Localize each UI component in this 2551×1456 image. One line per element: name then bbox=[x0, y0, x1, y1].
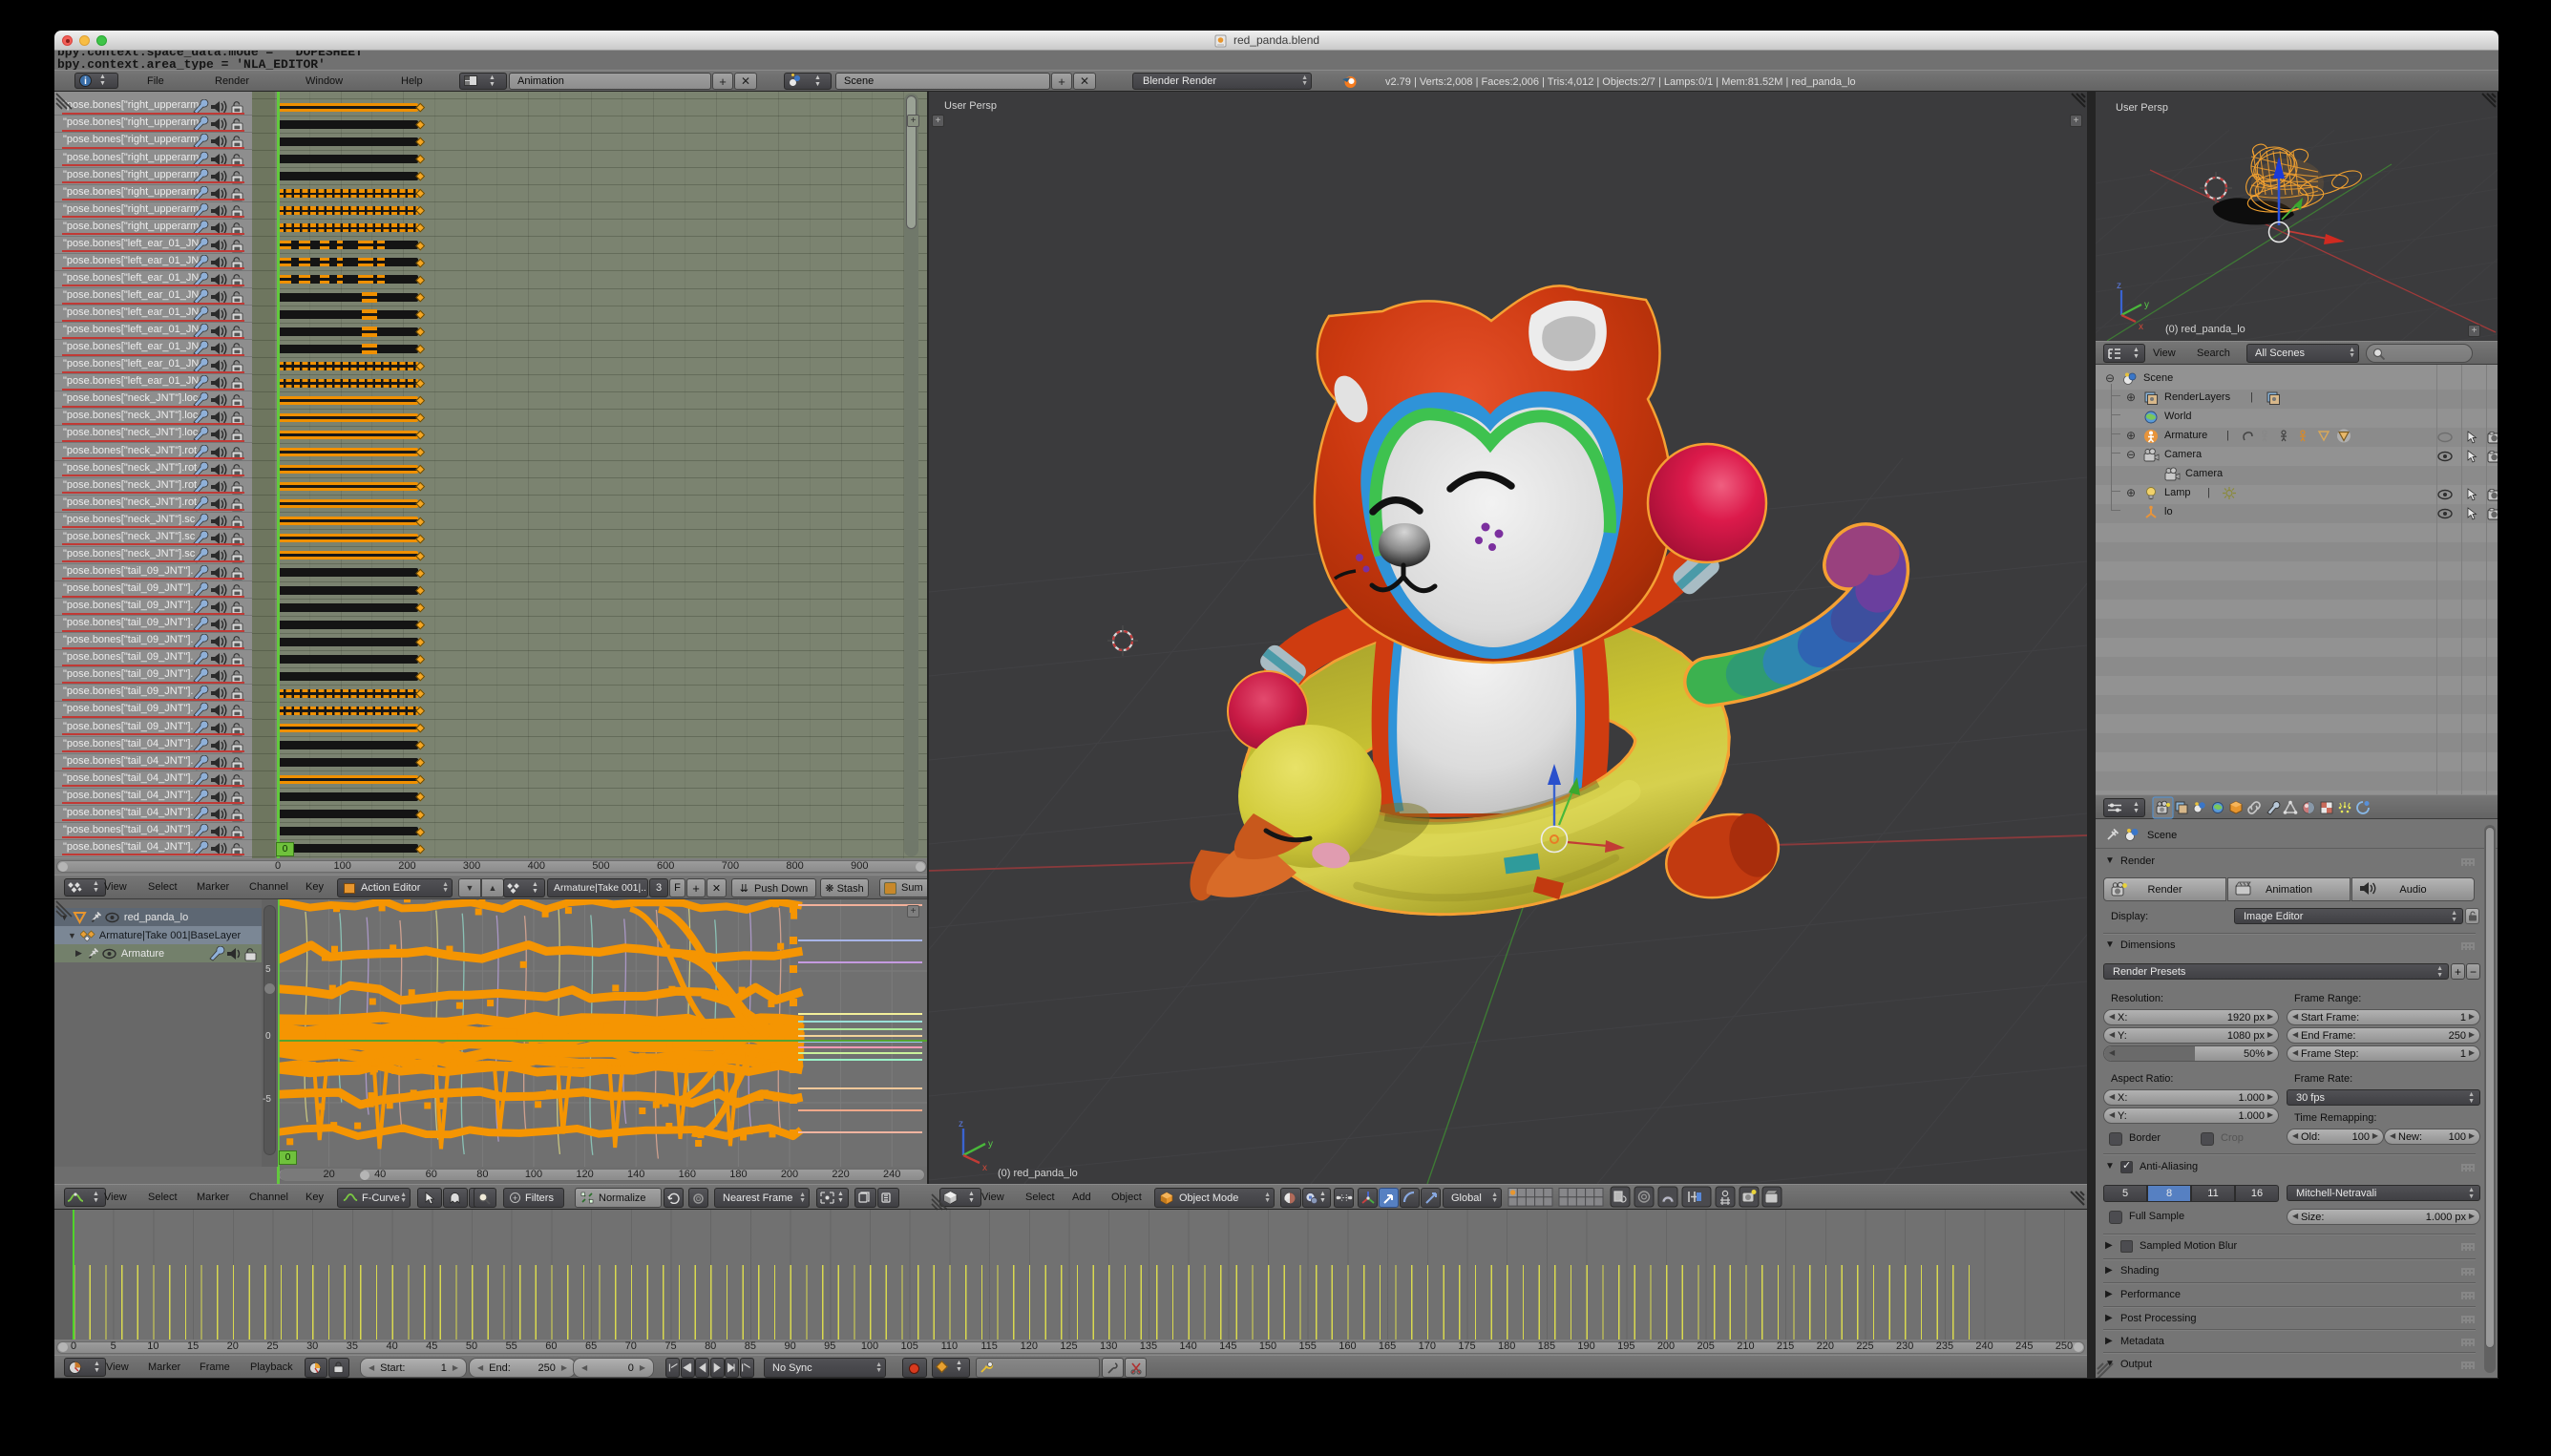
svg-text:z: z bbox=[2117, 281, 2121, 291]
svg-text:x: x bbox=[2139, 322, 2143, 332]
svg-text:(0) red_panda_lo: (0) red_panda_lo bbox=[2165, 324, 2245, 335]
svg-text:y: y bbox=[2144, 300, 2149, 310]
svg-text:y: y bbox=[988, 1139, 993, 1150]
svg-text:User Persp: User Persp bbox=[944, 100, 997, 112]
svg-text:z: z bbox=[959, 1119, 963, 1129]
svg-text:x: x bbox=[982, 1163, 987, 1173]
svg-text:(0) red_panda_lo: (0) red_panda_lo bbox=[998, 1168, 1078, 1179]
svg-text:User Persp: User Persp bbox=[2116, 102, 2168, 114]
